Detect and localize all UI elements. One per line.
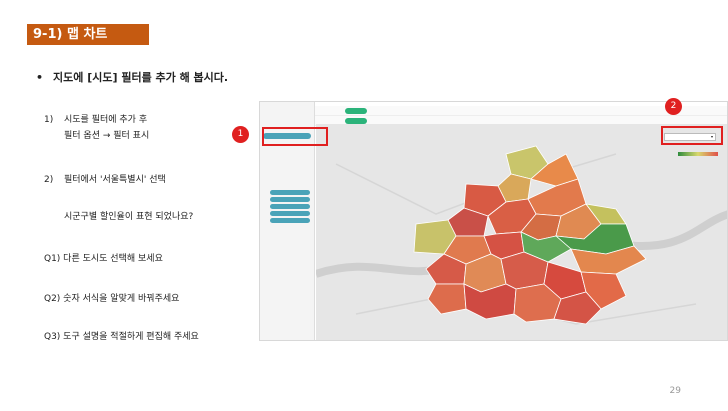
mark-pill — [270, 190, 310, 195]
bullet-text: 지도에 [시도] 필터를 추가 해 봅시다. — [53, 71, 229, 84]
step-2: 2) 필터에서 '서울특별시' 선택 — [44, 175, 166, 185]
district — [427, 283, 467, 315]
highlight-box-dropdown — [661, 126, 723, 145]
page-number: 29 — [669, 386, 681, 396]
color-legend — [678, 152, 718, 156]
callout-1: 1 — [232, 126, 249, 143]
highlight-box-filter — [262, 127, 328, 146]
mark-pill — [270, 197, 310, 202]
map-canvas — [314, 124, 727, 340]
main-bullet: • 지도에 [시도] 필터를 추가 해 봅시다. — [36, 69, 228, 85]
tableau-screenshot: ▾ — [259, 101, 728, 341]
question-intro: 시군구별 할인율이 표현 되었나요? — [64, 212, 194, 222]
bullet-dot: • — [36, 71, 44, 84]
seoul-map — [314, 145, 727, 325]
marks-card — [263, 163, 311, 183]
slide-title: 9-1) 맵 차트 — [27, 24, 149, 45]
question-2: Q2) 숫자 서식을 알맞게 바꿔주세요 — [44, 294, 180, 304]
columns-pill — [345, 108, 367, 114]
mark-pill — [270, 218, 310, 223]
step-1: 1) 시도를 필터에 추가 후 필터 옵션 → 필터 표시 — [44, 115, 150, 141]
question-3: Q3) 도구 설명을 적절하게 편집해 주세요 — [44, 332, 199, 342]
mark-pill — [270, 204, 310, 209]
district — [463, 283, 517, 320]
callout-2: 2 — [665, 98, 682, 115]
question-1: Q1) 다른 도시도 선택해 보세요 — [44, 254, 163, 264]
mark-pill — [270, 211, 310, 216]
